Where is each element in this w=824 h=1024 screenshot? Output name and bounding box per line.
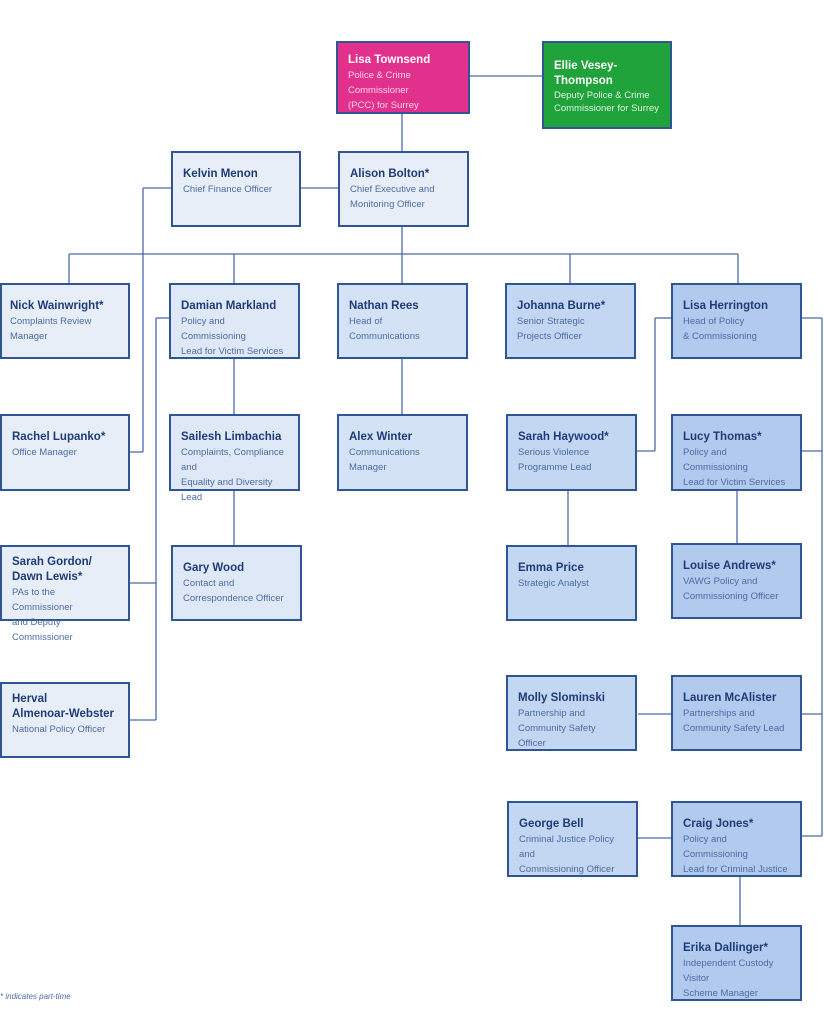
node-name: Alison Bolton* xyxy=(350,168,430,180)
node-name: George Bell xyxy=(519,818,584,830)
node-role: VAWG Policy and Commissioning Officer xyxy=(683,576,779,602)
node-role: Police & Crime Commissioner (PCC) for Su… xyxy=(348,70,419,111)
node-name: Lauren McAlister xyxy=(683,692,777,704)
node-role: Policy and Commissioning Lead for Crimin… xyxy=(683,834,788,875)
node-kelvin-menon: Kelvin Menon Chief Finance Officer xyxy=(171,151,301,227)
node-name: Louise Andrews* xyxy=(683,560,776,572)
node-name: Ellie Vesey-Thompson xyxy=(554,60,618,87)
node-role: Office Manager xyxy=(12,447,77,458)
node-damian-markland: Damian Markland Policy and Commissioning… xyxy=(169,283,300,359)
node-name: Johanna Burne* xyxy=(517,300,606,312)
node-lauren-mcalister: Lauren McAlister Partnerships and Commun… xyxy=(671,675,802,751)
node-sailesh-limbachia: Sailesh Limbachia Complaints, Compliance… xyxy=(169,414,300,503)
node-erika-dallinger: Erika Dallinger* Independent Custody Vis… xyxy=(671,925,802,1001)
node-name: Nathan Rees xyxy=(349,300,419,312)
node-role: PAs to the Commissioner and Deputy Commi… xyxy=(12,587,73,643)
node-ellie-vesey-thompson: Ellie Vesey-Thompson Deputy Police & Cri… xyxy=(542,41,672,129)
node-name: Sailesh Limbachia xyxy=(181,431,282,443)
node-name: Alex Winter xyxy=(349,431,413,443)
node-name: Sarah Gordon/ Dawn Lewis* xyxy=(12,556,92,583)
node-name: Lisa Herrington xyxy=(683,300,768,312)
node-name: Lisa Townsend xyxy=(348,54,431,66)
node-george-bell: George Bell Criminal Justice Policy and … xyxy=(507,801,638,877)
node-role: Chief Executive and Monitoring Officer xyxy=(350,184,435,210)
node-role: National Policy Officer xyxy=(12,724,106,735)
node-name: Craig Jones* xyxy=(683,818,754,830)
node-name: Emma Price xyxy=(518,562,584,574)
node-role: Criminal Justice Policy and Commissionin… xyxy=(519,834,615,875)
node-role: Strategic Analyst xyxy=(518,578,589,589)
node-name: Kelvin Menon xyxy=(183,168,258,180)
node-role: Senior Strategic Projects Officer xyxy=(517,316,585,342)
node-louise-andrews: Louise Andrews* VAWG Policy and Commissi… xyxy=(671,543,802,619)
node-role: Policy and Commissioning Lead for Victim… xyxy=(181,316,284,357)
node-nathan-rees: Nathan Rees Head of Communications xyxy=(337,283,468,359)
node-name: Lucy Thomas* xyxy=(683,431,762,443)
node-role: Deputy Police & Crime Commissioner for S… xyxy=(554,90,660,114)
node-role: Communications Manager xyxy=(349,447,420,473)
node-role: Head of Policy & Commissioning xyxy=(683,316,757,342)
node-name: Herval Almenoar-Webster xyxy=(12,693,115,720)
node-role: Partnership and Community Safety Officer xyxy=(518,708,596,749)
node-johanna-burne: Johanna Burne* Senior Strategic Projects… xyxy=(505,283,636,359)
node-name: Damian Markland xyxy=(181,300,277,312)
node-sarah-haywood: Sarah Haywood* Serious Violence Programm… xyxy=(506,414,637,491)
node-herval-almenoar-webster: Herval Almenoar-Webster National Policy … xyxy=(0,682,130,758)
node-name: Nick Wainwright* xyxy=(10,300,104,312)
node-name: Sarah Haywood* xyxy=(518,431,609,443)
node-sarah-gordon-dawn-lewis: Sarah Gordon/ Dawn Lewis* PAs to the Com… xyxy=(0,545,130,643)
node-name: Gary Wood xyxy=(183,562,245,574)
node-role: Partnerships and Community Safety Lead xyxy=(683,708,785,734)
node-lisa-townsend: Lisa Townsend Police & Crime Commissione… xyxy=(336,41,470,114)
node-role: Chief Finance Officer xyxy=(183,184,273,195)
node-molly-slominski: Molly Slominski Partnership and Communit… xyxy=(506,675,637,751)
node-role: Serious Violence Programme Lead xyxy=(518,447,592,473)
node-name: Molly Slominski xyxy=(518,692,605,704)
part-time-footnote: * indicates part-time xyxy=(0,992,71,1001)
node-role: Independent Custody Visitor Scheme Manag… xyxy=(683,958,774,999)
node-nick-wainwright: Nick Wainwright* Complaints Review Manag… xyxy=(0,283,130,359)
node-gary-wood: Gary Wood Contact and Correspondence Off… xyxy=(171,545,302,621)
node-alex-winter: Alex Winter Communications Manager xyxy=(337,414,468,491)
node-role: Complaints Review Manager xyxy=(10,316,92,342)
node-rachel-lupanko: Rachel Lupanko* Office Manager xyxy=(0,414,130,491)
node-role: Complaints, Compliance and Equality and … xyxy=(181,447,284,503)
node-lucy-thomas: Lucy Thomas* Policy and Commissioning Le… xyxy=(671,414,802,491)
node-name: Erika Dallinger* xyxy=(683,942,769,954)
node-alison-bolton: Alison Bolton* Chief Executive and Monit… xyxy=(338,151,469,227)
node-role: Head of Communications xyxy=(349,316,420,342)
node-role: Contact and Correspondence Officer xyxy=(183,578,284,604)
node-role: Policy and Commissioning Lead for Victim… xyxy=(683,447,786,488)
node-emma-price: Emma Price Strategic Analyst xyxy=(506,545,637,621)
node-name: Rachel Lupanko* xyxy=(12,431,106,443)
node-craig-jones: Craig Jones* Policy and Commissioning Le… xyxy=(671,801,802,877)
node-lisa-herrington: Lisa Herrington Head of Policy & Commiss… xyxy=(671,283,802,359)
